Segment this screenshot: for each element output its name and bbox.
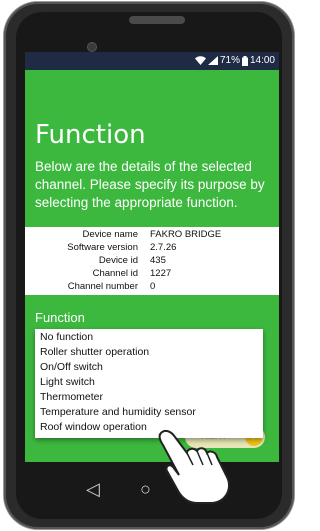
battery-percent: 71% [219,55,240,66]
battery-icon [241,55,248,66]
front-camera [87,42,97,52]
info-row: Software version 2.7.26 [25,242,279,254]
function-label: Function [35,310,85,325]
speaker-grille [129,16,185,24]
info-value: 1227 [150,268,172,279]
info-value: 0 [150,281,156,292]
function-option[interactable]: Roof window operation [40,421,147,433]
info-row: Channel number 0 [25,281,279,293]
function-option[interactable]: On/Off switch [40,361,103,373]
info-value: 2.7.26 [150,242,177,253]
page-title: Function [35,120,146,150]
info-row: Device name FAKRO BRIDGE [25,229,279,241]
clock: 14:00 [249,55,275,66]
info-value: FAKRO BRIDGE [150,229,222,240]
home-icon[interactable]: ○ [140,479,151,500]
function-dropdown[interactable]: No function Roller shutter operation On/… [35,329,263,438]
signal-icon [207,56,218,65]
function-option[interactable]: No function [40,331,93,343]
function-option[interactable]: Temperature and humidity sensor [40,406,196,418]
function-option[interactable]: Roller shutter operation [40,346,149,358]
wifi-icon [194,56,206,65]
status-bar: 71% 14:00 [25,52,279,70]
function-option[interactable]: Thermometer [40,391,103,403]
info-row: Device id 435 [25,255,279,267]
device-info-panel: Device name FAKRO BRIDGE Software versio… [25,227,279,295]
pointing-hand-icon [158,429,230,504]
info-row: Channel id 1227 [25,268,279,280]
info-label: Channel number [67,281,138,292]
back-icon[interactable]: ◁ [86,479,100,500]
info-label: Device name [82,229,138,240]
info-value: 435 [150,255,166,266]
page-description: Below are the details of the selected ch… [35,159,265,210]
info-label: Channel id [92,268,138,279]
info-label: Software version [67,242,138,253]
info-label: Device id [98,255,138,266]
function-option[interactable]: Light switch [40,376,95,388]
